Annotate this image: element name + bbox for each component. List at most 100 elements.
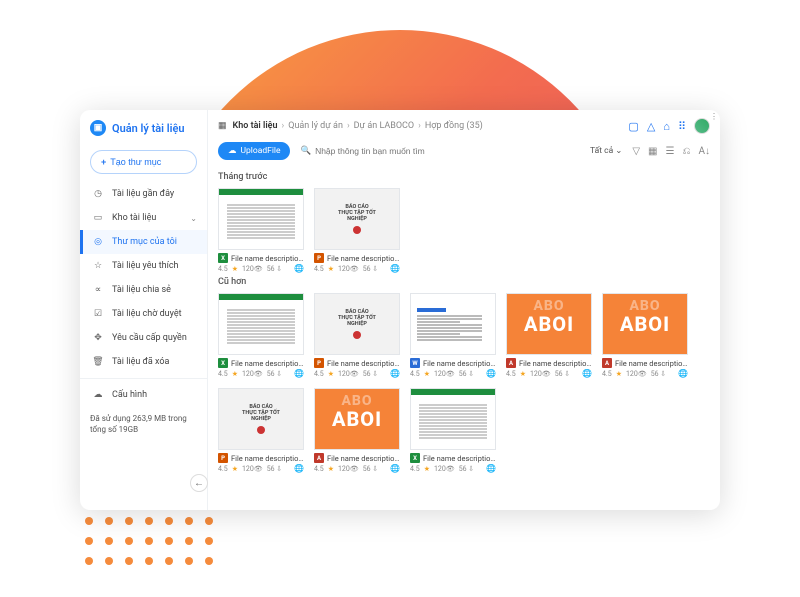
rating: 4.5 — [314, 370, 324, 378]
star-icon: ★ — [424, 465, 430, 473]
main: ▦ Kho tài liệu › Quản lý dự án › Dự án L… — [208, 110, 720, 510]
star-icon: ★ — [232, 465, 238, 473]
search-input[interactable] — [315, 146, 435, 156]
breadcrumb-root[interactable]: Kho tài liệu — [233, 121, 278, 131]
nav-warehouse[interactable]: ▭Kho tài liệu⌄ — [80, 206, 207, 230]
nav-label: Tài liệu chờ duyệt — [112, 309, 182, 319]
nav-my-folder[interactable]: ◎Thư mục của tôi — [80, 230, 207, 254]
nav-favorites[interactable]: ☆ Tài liệu yêu thích — [80, 254, 207, 278]
nav-label: Cấu hình — [112, 390, 147, 400]
sort-icon[interactable]: A↓ — [698, 146, 710, 157]
globe-icon: 🌐 — [390, 464, 400, 473]
filter-select[interactable]: Tất cả ⌄ — [590, 146, 622, 156]
file-card[interactable]: BÁO CÁOTHỰC TẬP TỐTNGHIỆP⋮PFile name des… — [314, 188, 400, 273]
downloads: 56 ⇩ — [555, 370, 570, 378]
file-card[interactable]: XFile name description...4.5★120👁56 ⇩🌐 — [218, 188, 304, 273]
chevron-down-icon: ⌄ — [615, 146, 622, 156]
breadcrumb-part[interactable]: Dự án LABOCO — [354, 121, 414, 131]
file-name: File name description... — [231, 454, 304, 463]
nav-config[interactable]: ☁Cấu hình — [80, 383, 207, 407]
star-icon: ★ — [520, 370, 526, 378]
file-meta: 4.5★120👁56 ⇩🌐 — [218, 369, 304, 378]
filetype-icon: P — [314, 358, 324, 368]
globe-icon: 🌐 — [582, 369, 592, 378]
breadcrumb-part[interactable]: Quản lý dự án — [288, 121, 343, 131]
nav-label: Tài liệu chia sẻ — [112, 285, 171, 295]
file-name: File name description... — [519, 359, 592, 368]
chat-icon[interactable]: ▢ — [628, 120, 638, 133]
toolbar: ☁ UploadFile 🔍 Tất cả ⌄ ▽ ▦ ☰ ⎌ A↓ — [208, 138, 720, 168]
collapse-sidebar-button[interactable]: ← — [190, 474, 208, 492]
tree-icon[interactable]: ⎌ — [682, 146, 690, 157]
list-view-icon[interactable]: ☰ — [666, 146, 675, 157]
nav-request[interactable]: ✥Yêu cầu cấp quyền — [80, 326, 207, 350]
search-box[interactable]: 🔍 — [300, 146, 580, 156]
star-icon: ★ — [328, 370, 334, 378]
rating: 4.5 — [410, 370, 420, 378]
views: 120👁 — [242, 465, 263, 473]
file-meta: 4.5★120👁56 ⇩🌐 — [314, 264, 400, 273]
views: 120👁 — [530, 370, 551, 378]
thumbnail: ABOABOI — [506, 293, 592, 355]
thumbnail: ABOABOI — [602, 293, 688, 355]
file-meta: 4.5★120👁56 ⇩🌐 — [410, 464, 496, 473]
star-icon: ☆ — [92, 261, 104, 271]
globe-icon: 🌐 — [294, 464, 304, 473]
globe-icon: 🌐 — [486, 464, 496, 473]
file-card[interactable]: BÁO CÁOTHỰC TẬP TỐTNGHIỆPPFile name desc… — [314, 293, 400, 378]
file-card[interactable]: WFile name description...4.5★120👁56 ⇩🌐 — [410, 293, 496, 378]
bell-icon[interactable]: △ — [647, 120, 655, 133]
views: 120👁 — [626, 370, 647, 378]
filter-icon[interactable]: ▽ — [632, 146, 640, 157]
grid-view-icon[interactable]: ▦ — [648, 146, 657, 157]
file-card[interactable]: ABOABOIAFile name description...4.5★120👁… — [602, 293, 688, 378]
nav-recent[interactable]: ◷Tài liệu gần đây — [80, 182, 207, 206]
nav-trash[interactable]: 🗑Tài liệu đã xóa — [80, 350, 207, 374]
nav-label: Tài liệu yêu thích — [112, 261, 179, 271]
search-icon: 🔍 — [300, 146, 311, 156]
globe-icon: 🌐 — [294, 369, 304, 378]
file-meta: 4.5★120👁56 ⇩🌐 — [410, 369, 496, 378]
apps-icon[interactable]: ⠿ — [678, 120, 686, 133]
nav-label: Kho tài liệu — [112, 213, 156, 223]
views: 120👁 — [338, 465, 359, 473]
views: 120👁 — [338, 370, 359, 378]
thumbnail: BÁO CÁOTHỰC TẬP TỐTNGHIỆP — [218, 388, 304, 450]
upload-label: UploadFile — [241, 146, 281, 156]
share-icon: ∝ — [92, 285, 104, 295]
new-folder-button[interactable]: + Tạo thư mục — [90, 150, 197, 174]
trash-icon: 🗑 — [92, 357, 104, 367]
star-icon: ★ — [232, 370, 238, 378]
views: 120👁 — [434, 465, 455, 473]
avatar[interactable] — [694, 118, 710, 134]
thumbnail: BÁO CÁOTHỰC TẬP TỐTNGHIỆP — [314, 188, 400, 250]
filetype-icon: P — [218, 453, 228, 463]
new-folder-label: Tạo thư mục — [110, 157, 161, 167]
rating: 4.5 — [602, 370, 612, 378]
views: 120👁 — [242, 370, 263, 378]
nav-shared[interactable]: ∝ Tài liệu chia sẻ — [80, 278, 207, 302]
app-logo: ▣ Quản lý tài liệu — [80, 120, 207, 144]
file-name: File name description... — [423, 359, 496, 368]
chevron-down-icon: ⌄ — [190, 214, 197, 223]
downloads: 56 ⇩ — [267, 370, 282, 378]
file-grid: XFile name description...4.5★120👁56 ⇩🌐BÁ… — [218, 293, 710, 473]
thumbnail — [218, 188, 304, 250]
downloads: 56 ⇩ — [651, 370, 666, 378]
home-icon[interactable]: ⌂ — [663, 120, 670, 133]
clock-icon: ◷ — [92, 189, 104, 199]
cloud-upload-icon: ☁ — [228, 146, 237, 156]
file-card[interactable]: ABOABOIAFile name description...4.5★120👁… — [314, 388, 400, 473]
nav-pending[interactable]: ☑Tài liệu chờ duyệt — [80, 302, 207, 326]
file-card[interactable]: ABOABOIAFile name description...4.5★120👁… — [506, 293, 592, 378]
file-card[interactable]: XFile name description...4.5★120👁56 ⇩🌐 — [410, 388, 496, 473]
upload-button[interactable]: ☁ UploadFile — [218, 142, 290, 160]
downloads: 56 ⇩ — [363, 465, 378, 473]
app-title: Quản lý tài liệu — [112, 122, 185, 135]
file-name: File name description... — [231, 359, 304, 368]
file-card[interactable]: BÁO CÁOTHỰC TẬP TỐTNGHIỆP PFile name desc… — [218, 388, 304, 473]
file-card[interactable]: XFile name description...4.5★120👁56 ⇩🌐 — [218, 293, 304, 378]
file-name: File name description... — [327, 454, 400, 463]
breadcrumb-part[interactable]: Hợp đồng (35) — [425, 121, 483, 131]
file-meta: 4.5★120👁56 ⇩🌐 — [218, 464, 304, 473]
